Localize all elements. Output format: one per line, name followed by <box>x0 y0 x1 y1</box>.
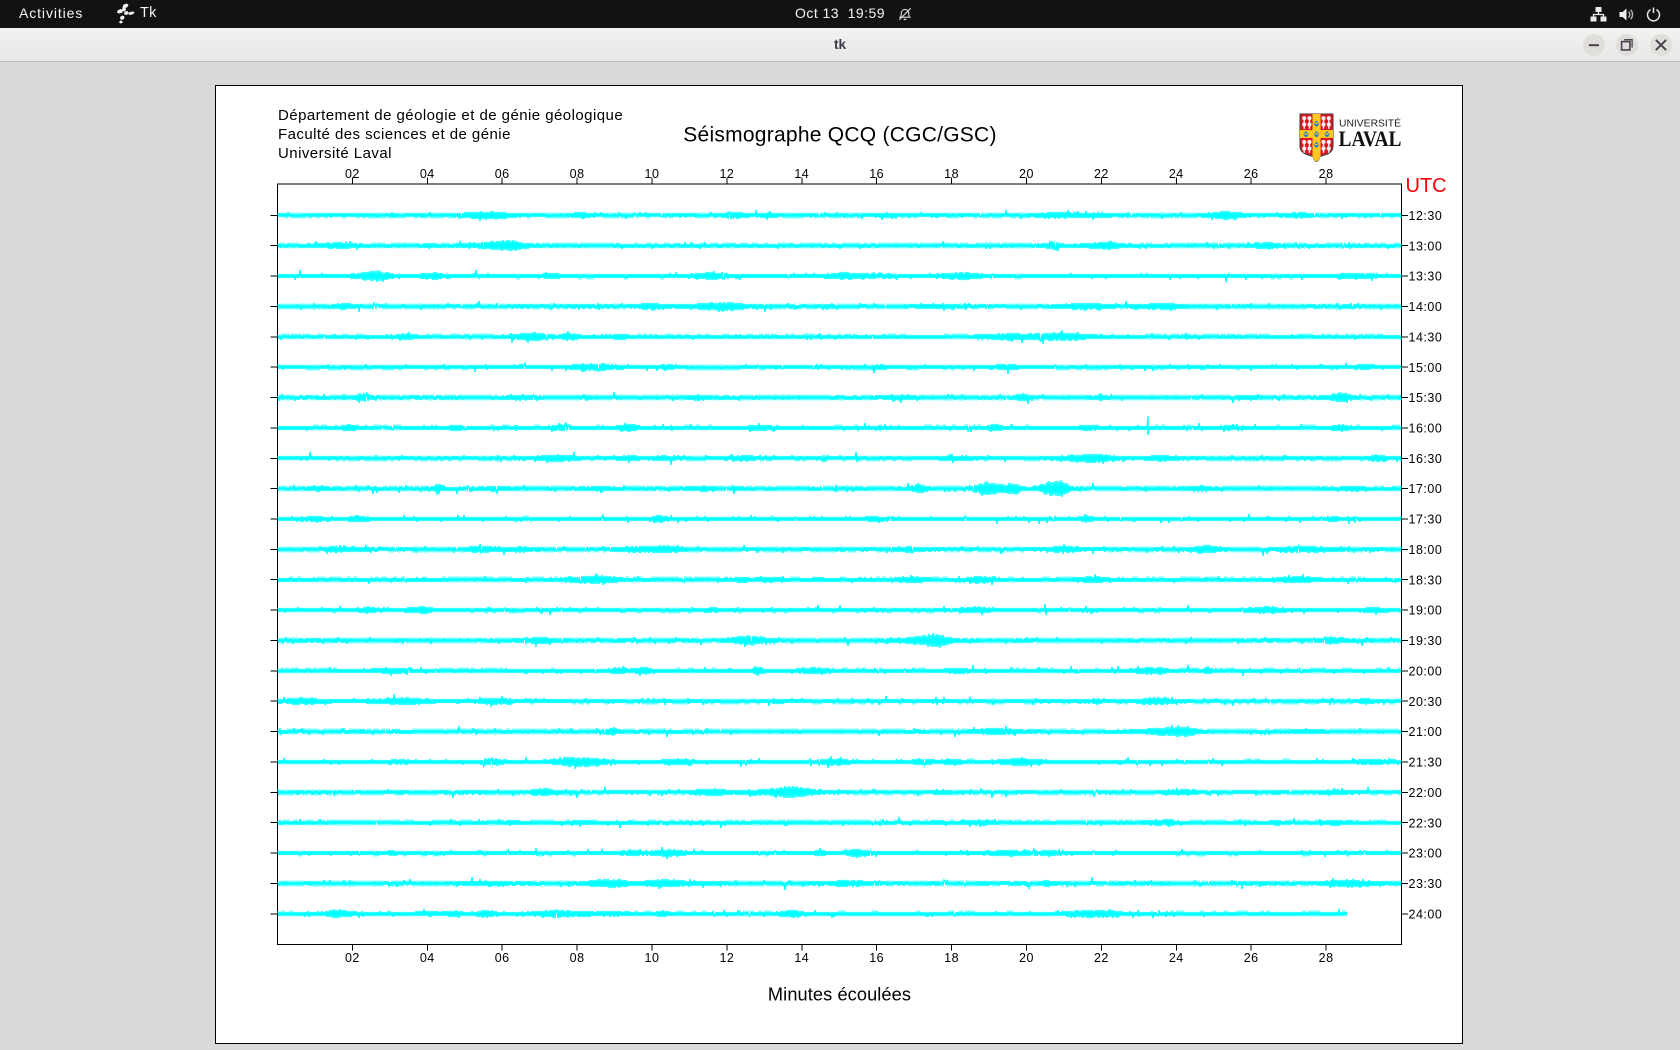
svg-text:04: 04 <box>420 167 435 181</box>
svg-text:16:00: 16:00 <box>1409 422 1443 436</box>
svg-text:22:30: 22:30 <box>1409 816 1443 830</box>
svg-text:18:00: 18:00 <box>1409 543 1443 557</box>
svg-text:14: 14 <box>794 951 809 965</box>
svg-text:22:00: 22:00 <box>1409 786 1443 800</box>
svg-text:20: 20 <box>1019 167 1034 181</box>
svg-text:18:30: 18:30 <box>1409 573 1443 587</box>
svg-text:12: 12 <box>719 951 734 965</box>
svg-text:06: 06 <box>495 951 510 965</box>
svg-text:24: 24 <box>1169 167 1184 181</box>
svg-text:24:00: 24:00 <box>1409 907 1443 921</box>
svg-text:19:00: 19:00 <box>1409 604 1443 618</box>
svg-text:17:30: 17:30 <box>1409 513 1443 527</box>
svg-text:21:30: 21:30 <box>1409 756 1443 770</box>
svg-text:14:00: 14:00 <box>1409 300 1443 314</box>
svg-text:12:30: 12:30 <box>1409 209 1443 223</box>
svg-text:Faculté des sciences et de gén: Faculté des sciences et de génie <box>278 126 511 143</box>
svg-text:16:30: 16:30 <box>1409 452 1443 466</box>
svg-text:20:00: 20:00 <box>1409 665 1443 679</box>
svg-text:20:30: 20:30 <box>1409 695 1443 709</box>
svg-text:28: 28 <box>1319 951 1334 965</box>
svg-text:24: 24 <box>1169 951 1184 965</box>
svg-text:10: 10 <box>645 951 660 965</box>
svg-text:UTC: UTC <box>1406 175 1447 197</box>
svg-text:18: 18 <box>944 951 959 965</box>
svg-text:19:30: 19:30 <box>1409 634 1443 648</box>
svg-text:22: 22 <box>1094 951 1109 965</box>
svg-text:15:00: 15:00 <box>1409 361 1443 375</box>
svg-text:28: 28 <box>1319 167 1334 181</box>
svg-text:08: 08 <box>570 167 585 181</box>
svg-text:02: 02 <box>345 951 360 965</box>
svg-text:Université Laval: Université Laval <box>278 145 392 162</box>
svg-text:06: 06 <box>495 167 510 181</box>
svg-text:14: 14 <box>794 167 809 181</box>
svg-text:23:00: 23:00 <box>1409 847 1443 861</box>
svg-text:16: 16 <box>869 167 884 181</box>
svg-text:04: 04 <box>420 951 435 965</box>
svg-text:12: 12 <box>719 167 734 181</box>
svg-text:02: 02 <box>345 167 360 181</box>
svg-text:18: 18 <box>944 167 959 181</box>
svg-text:14:30: 14:30 <box>1409 330 1443 344</box>
svg-text:16: 16 <box>869 951 884 965</box>
svg-text:20: 20 <box>1019 951 1034 965</box>
svg-text:26: 26 <box>1244 951 1259 965</box>
svg-text:26: 26 <box>1244 167 1259 181</box>
svg-text:Minutes écoulées: Minutes écoulées <box>768 985 911 1005</box>
svg-text:13:30: 13:30 <box>1409 270 1443 284</box>
svg-text:08: 08 <box>570 951 585 965</box>
svg-text:LAVAL: LAVAL <box>1339 126 1402 151</box>
svg-text:15:30: 15:30 <box>1409 391 1443 405</box>
svg-text:17:00: 17:00 <box>1409 482 1443 496</box>
svg-text:Séismographe QCQ (CGC/GSC): Séismographe QCQ (CGC/GSC) <box>683 123 996 146</box>
svg-text:13:00: 13:00 <box>1409 239 1443 253</box>
svg-text:10: 10 <box>645 167 660 181</box>
svg-text:23:30: 23:30 <box>1409 877 1443 891</box>
svg-text:21:00: 21:00 <box>1409 725 1443 739</box>
svg-text:Département de géologie et de: Département de géologie et de génie géol… <box>278 107 623 124</box>
svg-text:22: 22 <box>1094 167 1109 181</box>
